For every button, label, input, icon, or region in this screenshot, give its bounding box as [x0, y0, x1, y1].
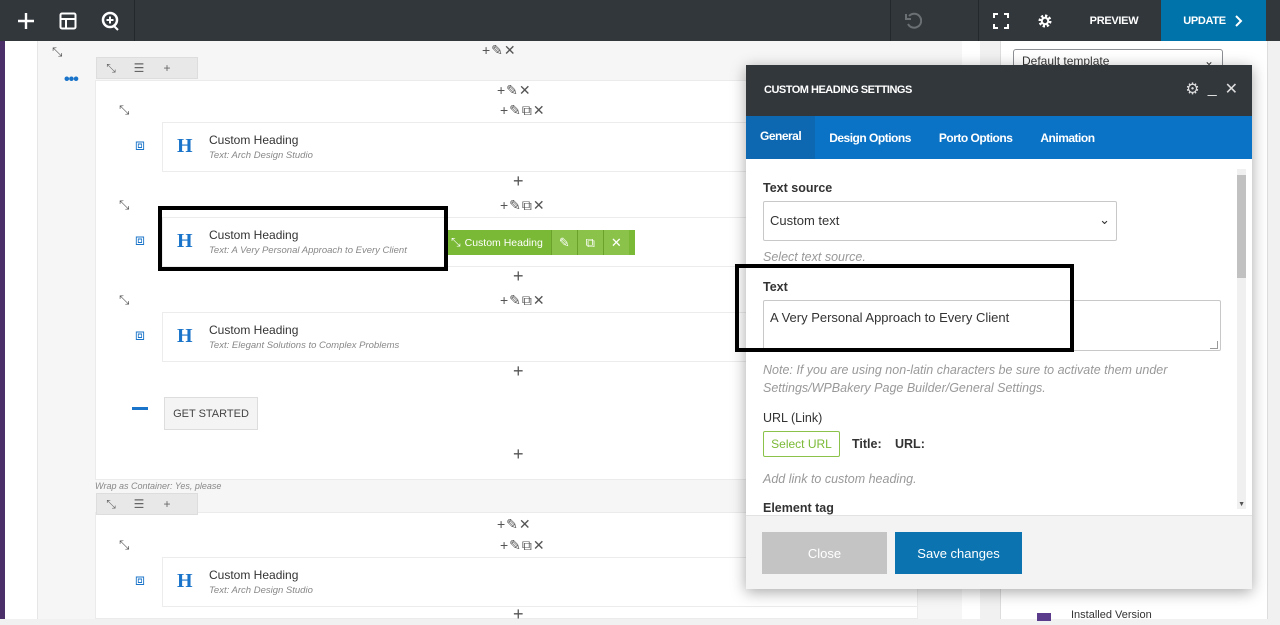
- heading-element-icon: ⧈: [134, 327, 146, 344]
- search-icon: [101, 11, 119, 31]
- chevron-right-icon: [1235, 14, 1243, 27]
- annotation-highlight: [735, 264, 1074, 352]
- tab-porto-options[interactable]: Porto Options: [925, 116, 1027, 159]
- chevron-down-icon: ⌄: [1099, 212, 1110, 227]
- expand-icon[interactable]: ⤡: [119, 197, 129, 213]
- move-icon[interactable]: ⤡: [97, 59, 125, 77]
- wrap-note: Wrap as Container: Yes, please: [95, 481, 222, 491]
- url-help: Add link to custom heading.: [763, 472, 917, 486]
- column-controls[interactable]: +✎✕: [497, 516, 532, 533]
- expand-icon[interactable]: ⤡: [119, 102, 129, 118]
- heading-h-icon: H: [177, 325, 193, 347]
- heading-element-icon: ⧈: [134, 137, 146, 154]
- modal-controls: ⚙ _ ✕: [1185, 79, 1238, 99]
- column-controls[interactable]: +✎✕: [497, 82, 532, 99]
- layout-button[interactable]: [46, 0, 90, 41]
- element-subtitle: Text: Elegant Solutions to Complex Probl…: [209, 340, 400, 351]
- scroll-down-icon[interactable]: ▼: [1238, 501, 1245, 508]
- heading-element-icon: ⧈: [134, 572, 146, 589]
- heading-h-icon: H: [177, 135, 193, 157]
- element-controls[interactable]: +✎⧉✕: [500, 292, 546, 309]
- element-edit-toolbar: ⤡ Custom Heading ✎ ⧉ ✕: [445, 230, 635, 255]
- expand-icon[interactable]: ⤡: [52, 44, 62, 60]
- plus-icon[interactable]: +: [153, 495, 181, 513]
- add-element-plus[interactable]: +: [513, 171, 524, 192]
- tab-animation[interactable]: Animation: [1026, 116, 1108, 159]
- gear-icon: [1038, 14, 1052, 27]
- row-controls[interactable]: +✎✕: [482, 42, 517, 59]
- text-source-value: Custom text: [770, 213, 840, 228]
- element-tag-label: Element tag: [763, 501, 834, 515]
- fullscreen-icon: [993, 12, 1009, 29]
- clone-icon[interactable]: ⧉: [576, 230, 603, 255]
- expand-icon[interactable]: ⤡: [119, 292, 129, 308]
- tab-design-options[interactable]: Design Options: [815, 116, 925, 159]
- add-element-plus[interactable]: +: [513, 604, 524, 625]
- more-options-icon[interactable]: •••: [64, 71, 79, 89]
- text-source-label: Text source: [763, 181, 833, 195]
- element-controls[interactable]: +✎⧉✕: [500, 102, 546, 119]
- close-icon[interactable]: ✕: [1225, 79, 1238, 99]
- plugin-icon: [1037, 613, 1051, 621]
- preview-label: PREVIEW: [1089, 14, 1139, 27]
- add-element-plus[interactable]: +: [513, 266, 524, 287]
- annotation-highlight: [158, 206, 448, 271]
- heading-h-icon: H: [177, 570, 193, 592]
- modal-footer: Close Save changes: [746, 515, 1252, 589]
- save-changes-button[interactable]: Save changes: [895, 532, 1022, 574]
- drag-handle-icon[interactable]: ☰: [125, 59, 153, 77]
- fullscreen-button[interactable]: [979, 0, 1023, 41]
- url-meta-label: URL:: [895, 437, 925, 451]
- installed-version-label: Installed Version: [1071, 609, 1152, 621]
- drag-handle-icon[interactable]: ☰: [125, 495, 153, 513]
- collapse-icon[interactable]: [132, 407, 148, 410]
- modal-header[interactable]: CUSTOM HEADING SETTINGS ⚙ _ ✕: [746, 65, 1252, 116]
- text-source-select[interactable]: Custom text ⌄: [763, 201, 1117, 241]
- element-title: Custom Heading: [209, 323, 299, 337]
- modal-tabs: General Design Options Porto Options Ani…: [746, 116, 1252, 159]
- add-element-button[interactable]: [4, 0, 48, 41]
- delete-icon[interactable]: ✕: [602, 230, 629, 255]
- element-title: Custom Heading: [209, 568, 299, 582]
- toolbar-label: Custom Heading: [464, 236, 543, 249]
- plus-icon: [18, 12, 34, 29]
- element-subtitle: Text: Arch Design Studio: [209, 585, 313, 596]
- update-label: UPDATE: [1183, 14, 1226, 27]
- tab-general[interactable]: General: [746, 116, 816, 159]
- add-element-plus[interactable]: +: [513, 361, 524, 382]
- element-controls[interactable]: +✎⧉✕: [500, 197, 546, 214]
- undo-icon: [905, 12, 922, 29]
- url-title-label: Title:: [852, 437, 882, 451]
- search-button[interactable]: [89, 0, 133, 41]
- gear-icon[interactable]: ⚙: [1185, 79, 1199, 99]
- resize-handle-icon[interactable]: [1210, 341, 1218, 349]
- element-subtitle: Text: Arch Design Studio: [209, 150, 313, 161]
- get-started-button-element[interactable]: GET STARTED: [164, 397, 258, 430]
- separator: [134, 0, 135, 41]
- add-element-plus[interactable]: +: [513, 444, 524, 465]
- modal-title: CUSTOM HEADING SETTINGS: [764, 84, 912, 96]
- preview-button[interactable]: PREVIEW: [1067, 0, 1161, 41]
- expand-icon[interactable]: ⤡: [119, 537, 129, 553]
- layout-icon: [59, 12, 77, 29]
- url-label: URL (Link): [763, 411, 823, 425]
- move-icon[interactable]: ⤡: [97, 495, 125, 513]
- element-title: Custom Heading: [209, 133, 299, 147]
- scrollbar-thumb[interactable]: [1237, 175, 1246, 278]
- undo-button[interactable]: [891, 0, 935, 41]
- minimize-icon[interactable]: _: [1208, 80, 1217, 98]
- select-url-button[interactable]: Select URL: [763, 431, 840, 457]
- update-button[interactable]: UPDATE: [1161, 0, 1266, 41]
- element-controls[interactable]: +✎⧉✕: [500, 537, 546, 554]
- row-toolbar[interactable]: ⤡ ☰ +: [96, 57, 198, 79]
- plus-icon[interactable]: +: [153, 59, 181, 77]
- heading-element-icon: ⧈: [134, 232, 146, 249]
- close-button[interactable]: Close: [762, 532, 887, 574]
- top-toolbar: PREVIEW UPDATE: [0, 0, 1280, 41]
- row-toolbar[interactable]: ⤡ ☰ +: [96, 493, 198, 515]
- non-latin-note: Note: If you are using non-latin charact…: [763, 363, 1168, 395]
- edit-icon[interactable]: ✎: [550, 230, 577, 255]
- settings-button[interactable]: [1023, 0, 1067, 41]
